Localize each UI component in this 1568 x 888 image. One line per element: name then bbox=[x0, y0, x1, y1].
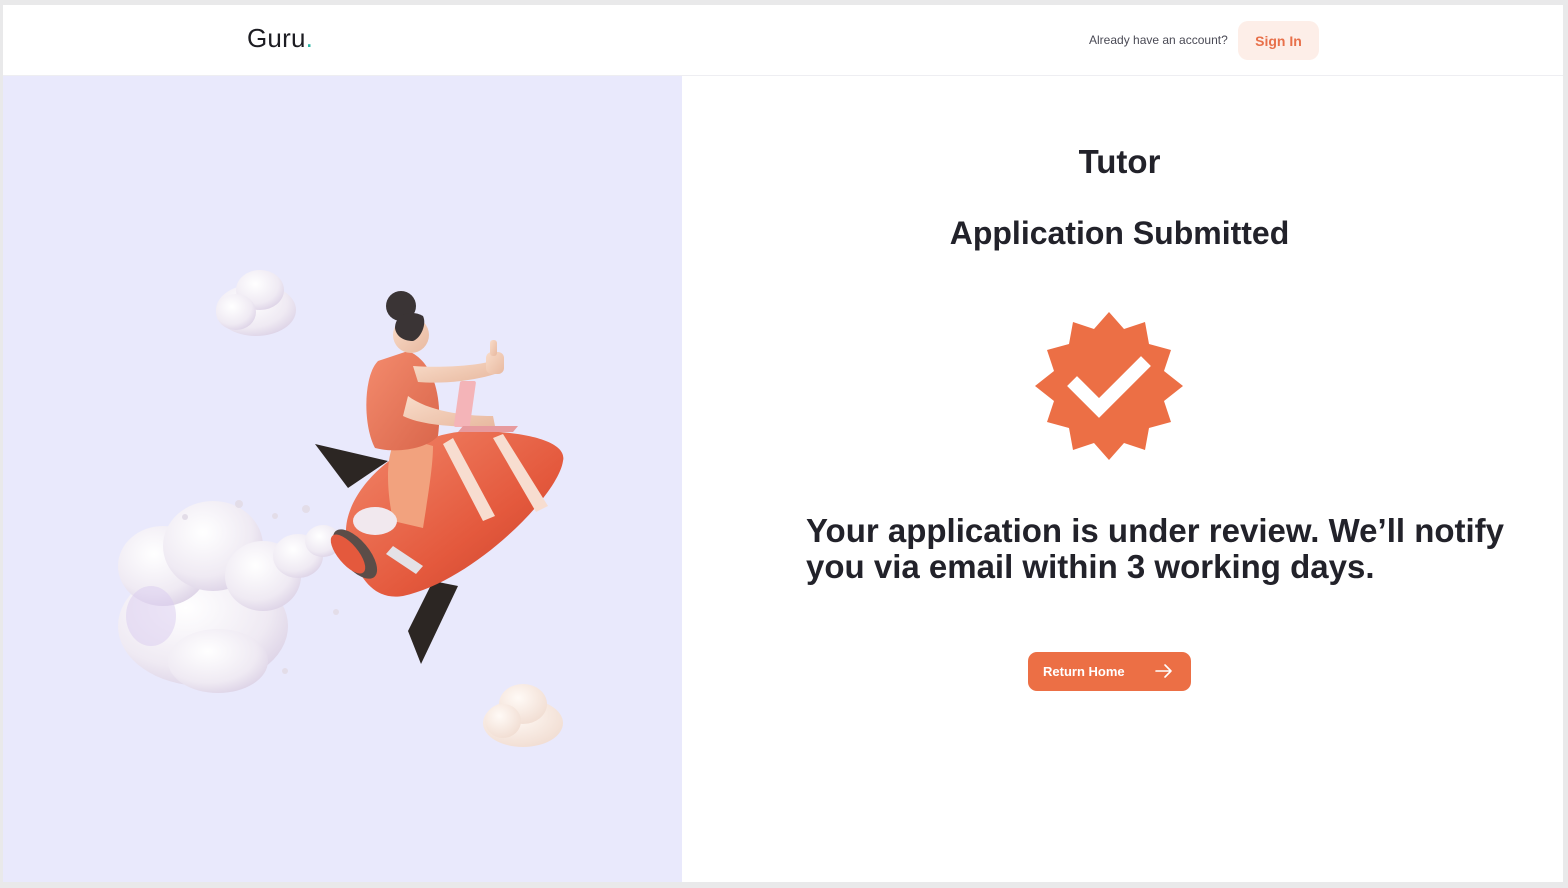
logo-dot: . bbox=[305, 23, 314, 53]
verified-check-badge-icon bbox=[1035, 312, 1183, 460]
return-home-button[interactable]: Return Home bbox=[1028, 652, 1191, 691]
return-home-label: Return Home bbox=[1043, 664, 1125, 679]
illustration-panel bbox=[3, 76, 682, 882]
role-title: Tutor bbox=[1078, 143, 1161, 180]
app-window: Guru. Already have an account? Sign In T… bbox=[3, 5, 1563, 882]
status-title: Application Submitted bbox=[949, 215, 1290, 251]
review-message: Your application is under review. We’ll … bbox=[806, 512, 1505, 585]
top-header: Guru. Already have an account? Sign In bbox=[3, 5, 1563, 76]
account-question: Already have an account? bbox=[1089, 33, 1228, 47]
cloud-bottom bbox=[483, 684, 563, 747]
sign-in-button[interactable]: Sign In bbox=[1238, 21, 1319, 60]
cloud-top bbox=[216, 270, 296, 336]
rocket bbox=[315, 431, 564, 664]
arrow-right-icon bbox=[1155, 664, 1172, 678]
logo-text: Guru bbox=[247, 23, 306, 53]
rocket-rider-illustration bbox=[118, 270, 564, 747]
exhaust-cloud bbox=[118, 500, 341, 693]
logo[interactable]: Guru. bbox=[247, 23, 313, 54]
confirmation-panel: Tutor Application Submitted Your applica… bbox=[682, 76, 1563, 882]
